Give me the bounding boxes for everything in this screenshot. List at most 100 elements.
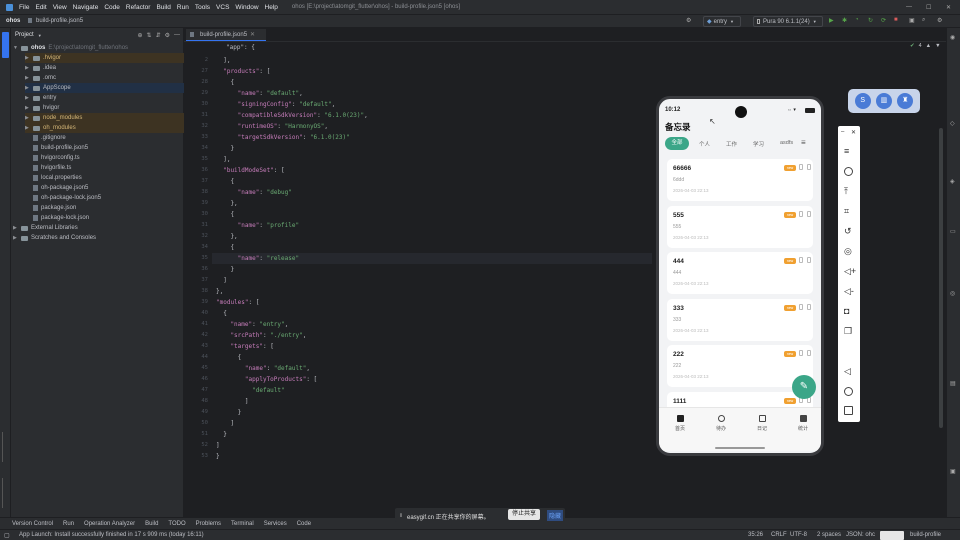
- code-line[interactable]: "name": "default",: [216, 88, 303, 99]
- nav-home[interactable]: 首页: [665, 415, 695, 432]
- hide-panel-icon[interactable]: —: [174, 32, 180, 38]
- delete-icon[interactable]: [807, 210, 811, 217]
- app-analyzer-icon[interactable]: ◎: [950, 290, 955, 297]
- status-message[interactable]: App Launch: Install successfully finishe…: [19, 532, 204, 538]
- volume-down-icon[interactable]: ◁-: [844, 286, 854, 297]
- code-line[interactable]: ],: [216, 154, 230, 165]
- stop-sharing-button[interactable]: 停止共享: [508, 509, 540, 520]
- structure-tool-tab[interactable]: [2, 478, 9, 508]
- floating-toolbar[interactable]: S ▥ ♜: [848, 89, 920, 113]
- note-card[interactable]: 444 444 2026-04-03 22:13 new: [667, 252, 813, 294]
- power-icon[interactable]: [844, 167, 853, 176]
- code-line[interactable]: {: [216, 242, 234, 253]
- code-line[interactable]: {: [216, 352, 242, 363]
- code-line[interactable]: }: [216, 407, 242, 418]
- menu-view[interactable]: View: [53, 4, 67, 11]
- menu-code[interactable]: Code: [104, 4, 120, 11]
- copy-icon[interactable]: ❐: [844, 326, 852, 337]
- code-line[interactable]: }: [216, 143, 234, 154]
- menu-edit[interactable]: Edit: [35, 4, 46, 11]
- code-line[interactable]: }: [216, 429, 227, 440]
- menu-window[interactable]: Window: [235, 4, 258, 11]
- tool-build[interactable]: Build: [145, 521, 158, 527]
- tree-item[interactable]: package.json: [25, 203, 184, 213]
- menu-tools[interactable]: Tools: [195, 4, 210, 11]
- tree-item[interactable]: ▶ hvigor: [25, 103, 184, 113]
- device-file-icon[interactable]: ▣: [950, 468, 956, 475]
- home-icon[interactable]: [844, 387, 853, 396]
- code-line[interactable]: "targets": [: [216, 341, 273, 352]
- cursor-position[interactable]: 35:26: [748, 532, 763, 538]
- pin-icon[interactable]: [799, 303, 803, 310]
- menu-icon[interactable]: ≡: [844, 146, 849, 156]
- code-line[interactable]: "default": [216, 385, 285, 396]
- code-editor[interactable]: build-profile.json5 ✕ "app": { ✔ 4 ▲ ▼ ]…: [184, 28, 946, 517]
- code-line[interactable]: "compatibleSdkVersion": "6.1.0(23)",: [216, 110, 368, 121]
- menu-help[interactable]: Help: [265, 4, 278, 11]
- code-line[interactable]: {: [216, 308, 227, 319]
- code-line[interactable]: "signingConfig": "default",: [216, 99, 336, 110]
- chevron-right-icon[interactable]: ▶: [25, 55, 33, 61]
- bookmarks-tool-tab[interactable]: [2, 432, 9, 462]
- code-line[interactable]: "runtimeOS": "HarmonyOS",: [216, 121, 328, 132]
- line-separator[interactable]: CRLF: [771, 532, 787, 538]
- book-icon[interactable]: ▥: [875, 93, 892, 109]
- tree-item[interactable]: ▶ AppScope: [25, 83, 184, 93]
- delete-icon[interactable]: [807, 164, 811, 170]
- tree-item[interactable]: ▶ .hvigor: [25, 53, 184, 63]
- project-panel-title[interactable]: Project: [15, 32, 34, 38]
- code-line[interactable]: },: [216, 198, 237, 209]
- chevron-right-icon[interactable]: ▶: [25, 105, 33, 111]
- stop-icon[interactable]: ■: [894, 17, 898, 23]
- chevron-down-icon[interactable]: ▼: [38, 33, 42, 38]
- chevron-right-icon[interactable]: ▶: [25, 85, 33, 91]
- status-file[interactable]: build-profile: [910, 532, 941, 538]
- code-line[interactable]: {: [216, 176, 234, 187]
- search-icon[interactable]: ⌕: [922, 17, 925, 24]
- tree-item[interactable]: package-lock.json: [25, 213, 184, 223]
- file-encoding[interactable]: UTF-8: [790, 532, 807, 538]
- nav-diary[interactable]: 日记: [747, 415, 777, 432]
- tool-operation-analyzer[interactable]: Operation Analyzer: [84, 521, 135, 527]
- chevron-right-icon[interactable]: ▶: [25, 115, 33, 121]
- maximize-icon[interactable]: ☐: [926, 4, 940, 11]
- shirt-icon[interactable]: ♜: [897, 93, 914, 109]
- previewer-icon[interactable]: ▭: [950, 228, 956, 235]
- restart-icon[interactable]: ↻: [868, 17, 873, 24]
- pin-icon[interactable]: [799, 210, 803, 217]
- tree-item[interactable]: ▶ node_modules: [25, 113, 184, 123]
- tree-item[interactable]: oh-package-lock.json5: [25, 193, 184, 203]
- screenshot-icon[interactable]: ◘: [844, 306, 849, 316]
- emulator-phone[interactable]: 10:12 ⇔ ▾ 备忘录 ↖ 全部 个人 工作 学习 asdfs ≡ 6666…: [656, 96, 824, 456]
- code-line[interactable]: "targetSdkVersion": "6.1.0(23)": [216, 132, 350, 143]
- breadcrumb-root[interactable]: ohos: [6, 18, 20, 24]
- note-card[interactable]: 66666 6ddd 2026-04-03 22:13 new: [667, 159, 813, 201]
- chevron-right-icon[interactable]: ▶: [25, 125, 33, 131]
- code-line[interactable]: {: [216, 77, 234, 88]
- menu-icon[interactable]: ≡: [801, 138, 806, 147]
- code-line[interactable]: },: [216, 286, 223, 297]
- code-line[interactable]: ]: [216, 418, 234, 429]
- minimize-icon[interactable]: —: [906, 4, 920, 10]
- tool-version-control[interactable]: Version Control: [12, 521, 53, 527]
- tab-all[interactable]: 全部: [665, 137, 689, 150]
- chevron-right-icon[interactable]: ▶: [25, 95, 33, 101]
- note-card[interactable]: 333 333 2026-04-03 22:13 new: [667, 298, 813, 341]
- close-tab-icon[interactable]: ✕: [250, 31, 255, 38]
- attach-icon[interactable]: ⟳: [881, 17, 886, 24]
- recent-apps-icon[interactable]: [844, 406, 853, 415]
- code-line[interactable]: "srcPath": "./entry",: [216, 330, 306, 341]
- codegenie-icon[interactable]: ◇: [950, 120, 955, 127]
- menu-navigate[interactable]: Navigate: [73, 4, 99, 11]
- location-icon[interactable]: ◎: [844, 246, 852, 257]
- tab-asdfs[interactable]: asdfs: [780, 140, 793, 146]
- chevron-right-icon[interactable]: ▶: [13, 235, 21, 241]
- code-line[interactable]: ]: [216, 440, 220, 451]
- top-icon[interactable]: ⤒: [844, 186, 848, 197]
- code-line[interactable]: "name": "release": [216, 253, 299, 264]
- note-card[interactable]: 222 222 2026-04-03 22:13 new: [667, 345, 813, 387]
- code-line[interactable]: ],: [216, 55, 230, 66]
- editor-scrollbar[interactable]: [939, 128, 943, 428]
- notifications-icon[interactable]: ◉: [950, 34, 955, 41]
- add-note-fab[interactable]: ✎: [792, 375, 816, 399]
